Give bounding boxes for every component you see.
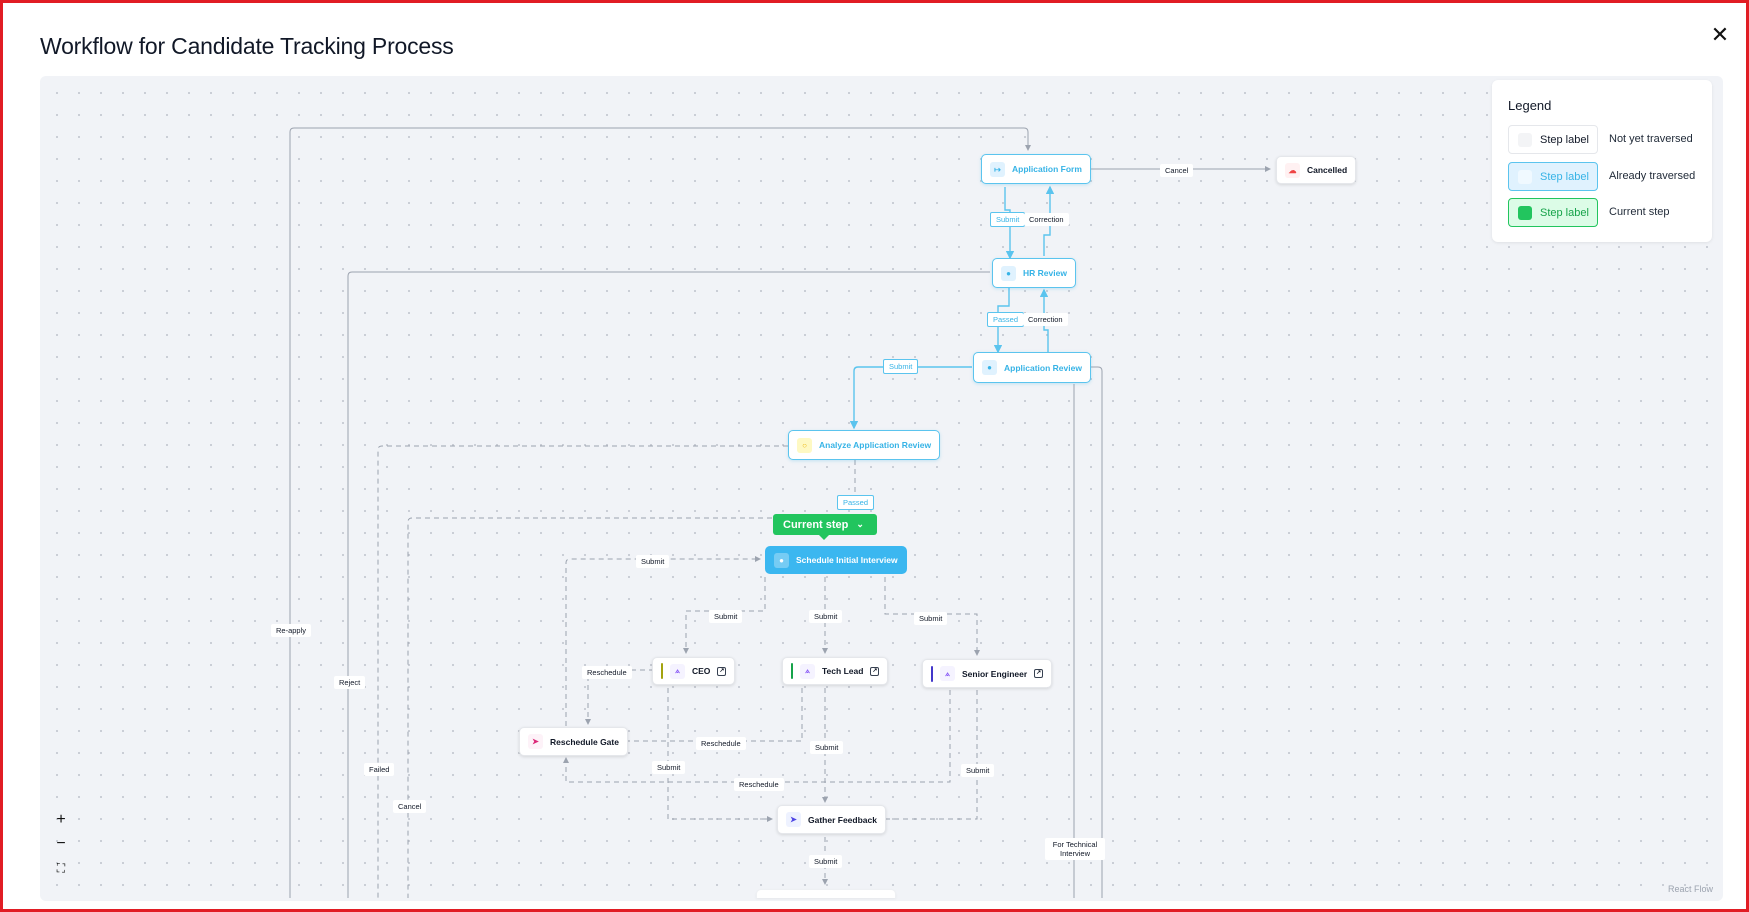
edge-label-cancel: Cancel	[1160, 164, 1194, 177]
node-label: Gather Feedback	[808, 814, 877, 825]
arrows-horizontal-icon: ↦	[990, 161, 1005, 177]
legend-chip: Step label	[1508, 125, 1598, 154]
legend-chip-label: Step label	[1540, 170, 1589, 183]
node-label: Senior Engineer	[962, 668, 1028, 679]
external-link-icon[interactable]: ↗	[1034, 669, 1044, 678]
node-label: CEO	[692, 666, 711, 676]
edge-label-submit: Submit	[990, 212, 1026, 227]
zoom-out-button[interactable]: −	[46, 834, 76, 854]
edge-label-submit: Submit	[883, 359, 919, 374]
legend-row-already-traversed: Step label Already traversed	[1508, 162, 1708, 192]
node-label: Analyze Application Review	[819, 440, 932, 450]
edge-label-submit: Submit	[810, 741, 844, 754]
node-next-step-partial[interactable]	[756, 889, 896, 898]
edge-label-correction: Correction	[1024, 213, 1069, 226]
node-ceo[interactable]: ⟑ CEO ↗	[652, 657, 736, 685]
user-icon: ●	[982, 360, 997, 375]
node-hr-review[interactable]: ● HR Review	[992, 258, 1076, 288]
node-label: Cancelled	[1307, 165, 1348, 175]
page-title: Workflow for Candidate Tracking Process	[40, 33, 454, 59]
node-analyze-application-review[interactable]: ○ Analyze Application Review	[788, 430, 941, 460]
edge-label-reapply: Re-apply	[271, 624, 312, 637]
sparkle-icon: ○	[797, 437, 812, 453]
edge-label-submit: Submit	[914, 612, 948, 625]
legend-panel: Legend Step label Not yet traversed Step…	[1492, 80, 1712, 242]
current-step-badge[interactable]: Current step ⌄	[773, 514, 877, 540]
edge-label-cancel: Cancel	[393, 800, 427, 813]
legend-chip-label: Step label	[1540, 206, 1589, 219]
node-label: Tech Lead	[822, 666, 864, 676]
node-reschedule-gate[interactable]: ➤ Reschedule Gate	[519, 727, 628, 756]
feedback-arrow-icon: ➤	[786, 812, 801, 827]
edge-label-failed: Failed	[364, 763, 395, 776]
user-icon: ●	[774, 552, 789, 568]
legend-text: Already traversed	[1609, 170, 1696, 182]
edge-label-submit: Submit	[809, 610, 843, 623]
node-tech-lead[interactable]: ⟑ Tech Lead ↗	[782, 657, 889, 685]
legend-chip-label: Step label	[1540, 133, 1589, 146]
legend-row-current-step: Step label Current step	[1508, 198, 1708, 228]
node-label: Schedule Initial Interview	[796, 555, 898, 565]
legend-chip: Step label	[1508, 162, 1598, 191]
edge-label-submit: Submit	[709, 610, 743, 623]
edge-label-reject: Reject	[334, 676, 366, 689]
edge-label-submit: Submit	[809, 855, 843, 868]
legend-swatch	[1518, 132, 1532, 147]
status-bar	[791, 663, 793, 679]
node-senior-engineer[interactable]: ⟑ Senior Engineer ↗	[922, 659, 1053, 688]
org-chart-icon: ⟑	[940, 666, 955, 681]
node-label: Application Review	[1004, 362, 1082, 373]
org-chart-icon: ⟑	[800, 663, 815, 679]
status-bar	[931, 665, 933, 682]
edge-label-reschedule: Reschedule	[734, 778, 784, 791]
legend-text: Current step	[1609, 206, 1670, 218]
node-schedule-initial-interview[interactable]: ● Schedule Initial Interview	[765, 546, 907, 574]
node-label: Application Form	[1012, 164, 1082, 174]
external-link-icon[interactable]: ↗	[870, 666, 880, 676]
legend-title: Legend	[1508, 98, 1552, 113]
zoom-controls: + − ⛶	[46, 810, 76, 878]
node-application-form[interactable]: ↦ Application Form	[981, 154, 1091, 184]
legend-text: Not yet traversed	[1609, 133, 1693, 145]
external-link-icon[interactable]: ↗	[717, 666, 727, 676]
edge-label-submit: Submit	[636, 555, 670, 568]
edge-label-submit: Submit	[961, 764, 995, 777]
node-application-review[interactable]: ● Application Review	[973, 352, 1091, 383]
gate-arrow-icon: ➤	[528, 734, 543, 749]
legend-row-not-traversed: Step label Not yet traversed	[1508, 125, 1708, 155]
edge-label-correction: Correction	[1023, 313, 1068, 326]
attribution-link[interactable]: React Flow	[1668, 884, 1713, 894]
edge-label-for-technical-interview: For Technical Interview	[1045, 838, 1105, 860]
current-step-label: Current step	[783, 518, 849, 531]
node-label: Reschedule Gate	[550, 736, 619, 747]
user-icon: ●	[1001, 265, 1016, 281]
close-icon[interactable]: ✕	[1708, 23, 1732, 47]
edge-label-reschedule: Reschedule	[696, 737, 746, 750]
status-bar	[661, 663, 663, 679]
node-gather-feedback[interactable]: ➤ Gather Feedback	[777, 805, 886, 834]
org-chart-icon: ⟑	[670, 663, 685, 679]
chevron-down-icon: ⌄	[856, 519, 864, 529]
cloud-off-icon: ☁	[1285, 162, 1300, 178]
edge-label-submit: Submit	[652, 761, 686, 774]
legend-swatch	[1518, 205, 1532, 220]
legend-swatch	[1518, 169, 1532, 184]
edge-label-passed: Passed	[987, 312, 1025, 327]
edge-label-passed: Passed	[837, 495, 875, 510]
fit-view-button[interactable]: ⛶	[46, 858, 76, 878]
zoom-in-button[interactable]: +	[46, 810, 76, 830]
node-cancelled[interactable]: ☁ Cancelled	[1276, 156, 1357, 184]
flow-canvas[interactable]	[40, 76, 1723, 901]
legend-chip: Step label	[1508, 198, 1598, 227]
node-label: HR Review	[1023, 268, 1067, 278]
edge-label-reschedule: Reschedule	[582, 666, 632, 679]
